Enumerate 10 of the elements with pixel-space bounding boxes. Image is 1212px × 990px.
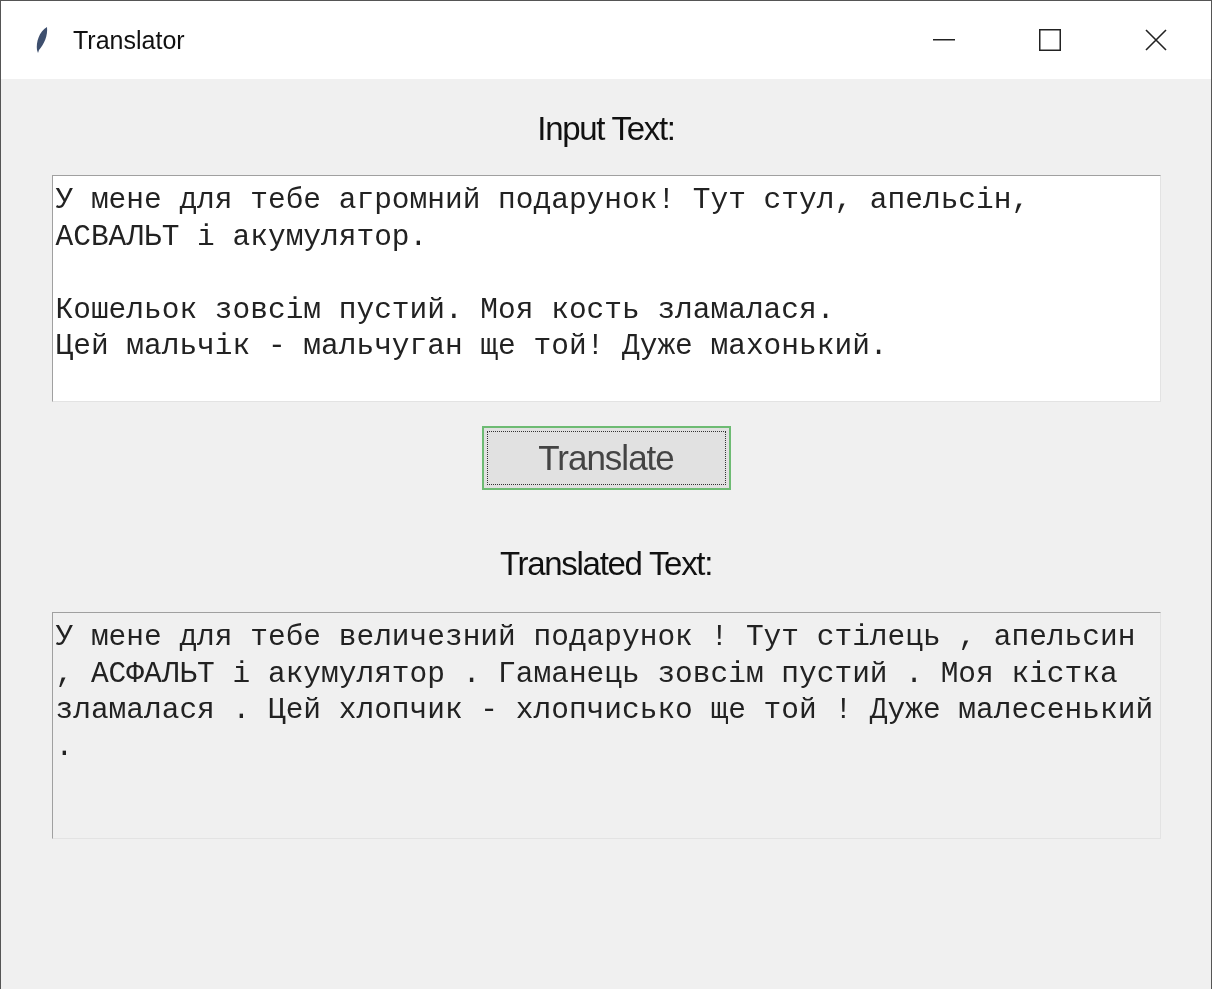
output-label: Translated Text: xyxy=(499,544,713,584)
input-field[interactable]: У мене для тебе агромний подарунок! Тут стул, апельсін, АСВАЛЬТ і акумулятор. Кошельок зовсім пустий. Моя кость зламалася. Цей мальчік - мальчуган ще той! Дуже махонький. xyxy=(51,175,1161,402)
feather-icon xyxy=(35,26,49,54)
maximize-icon[interactable] xyxy=(1039,29,1061,51)
output-field[interactable]: У мене для тебе величезний подарунок ! Тут стілець , апельсин , АСФАЛЬТ і акумулятор . Гаманець зовсім пустий . Моя кістка зламалася . Цей хлопчик - хлопчисько ще той ! Дуже малесенький . xyxy=(51,612,1161,839)
window-title: Translator xyxy=(73,25,185,55)
input-label: Input Text: xyxy=(537,109,675,149)
minimize-icon[interactable] xyxy=(933,39,955,41)
translate-button[interactable]: Translate xyxy=(481,426,731,490)
close-icon[interactable] xyxy=(1145,29,1167,51)
